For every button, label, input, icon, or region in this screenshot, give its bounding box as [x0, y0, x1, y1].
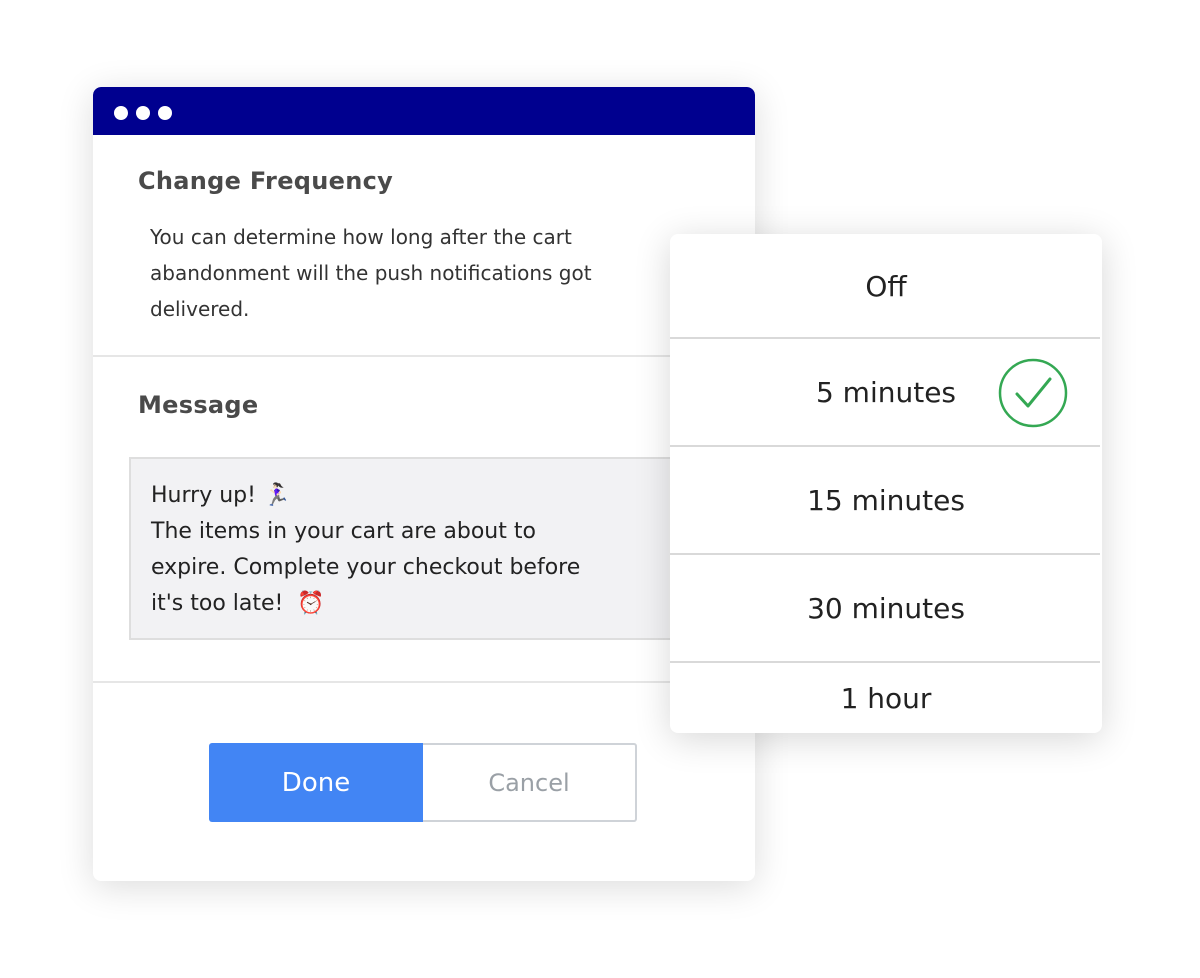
change-frequency-window: Change Frequency You can determine how l… [93, 87, 755, 881]
message-line: expire. Complete your checkout before [151, 555, 581, 580]
frequency-option-1-hour[interactable]: 1 hour [670, 663, 1102, 733]
message-line: The items in your cart are about to [151, 519, 536, 544]
alarm-clock-emoji-icon: ⏰ [297, 591, 325, 616]
window-dot-icon [136, 106, 150, 120]
cancel-button[interactable]: Cancel [423, 743, 637, 822]
done-button[interactable]: Done [209, 743, 423, 822]
checkmark-circle-icon [998, 358, 1068, 428]
frequency-option-15-minutes[interactable]: 15 minutes [670, 447, 1102, 553]
message-line: it's too late! ⏰ [151, 591, 325, 616]
section-divider [93, 355, 755, 357]
frequency-option-off[interactable]: Off [670, 234, 1102, 338]
message-label: Message [138, 391, 259, 419]
frequency-description: You can determine how long after the car… [150, 225, 592, 321]
section-divider [93, 681, 755, 683]
message-line: Hurry up! 🏃🏻‍♀️ [151, 483, 291, 508]
running-woman-emoji-icon: 🏃🏻‍♀️ [262, 483, 291, 508]
window-dot-icon [114, 106, 128, 120]
stage: Change Frequency You can determine how l… [0, 0, 1200, 978]
frequency-option-30-minutes[interactable]: 30 minutes [670, 555, 1102, 661]
window-titlebar [93, 87, 755, 135]
frequency-title: Change Frequency [138, 167, 394, 195]
frequency-dropdown: Off 5 minutes 15 minutes 30 minutes 1 ho… [670, 234, 1102, 733]
window-dot-icon [158, 106, 172, 120]
message-textarea[interactable]: Hurry up! 🏃🏻‍♀️ The items in your cart a… [129, 457, 755, 640]
